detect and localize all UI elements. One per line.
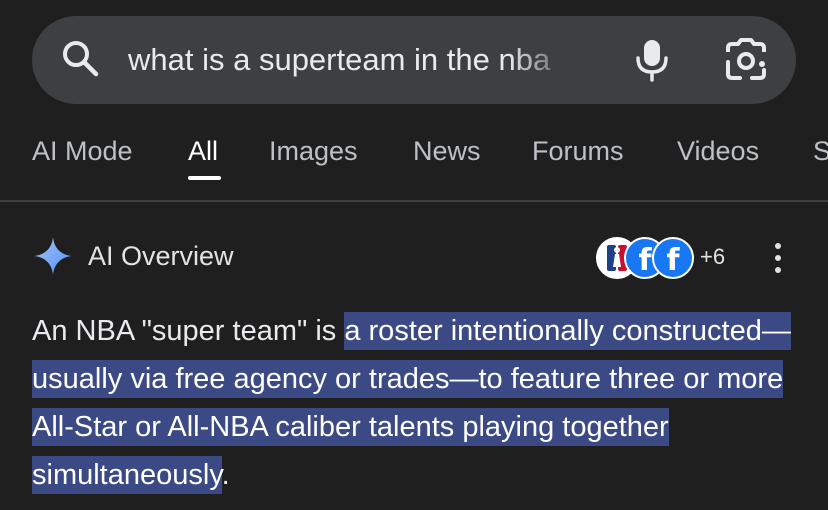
more-sources-count[interactable]: +6: [700, 243, 725, 271]
tab-forums[interactable]: Forums: [532, 134, 624, 168]
search-results-page: what is a superteam in the nba AI Mode A…: [0, 0, 828, 510]
ai-overview-title: AI Overview: [88, 241, 234, 271]
tab-shopping[interactable]: S: [813, 134, 828, 168]
gemini-sparkle-icon: [34, 237, 72, 275]
tab-all[interactable]: All: [188, 134, 218, 168]
tab-videos[interactable]: Videos: [677, 134, 759, 168]
tab-images[interactable]: Images: [269, 134, 358, 168]
tab-ai-mode[interactable]: AI Mode: [32, 134, 133, 168]
microphone-icon[interactable]: [632, 38, 672, 82]
search-icon[interactable]: [60, 38, 100, 78]
google-lens-icon[interactable]: [724, 38, 768, 82]
source-favicons[interactable]: f f: [596, 237, 696, 279]
ai-overview-answer: An NBA "super team" is a roster intentio…: [32, 307, 802, 499]
answer-lead-text: An NBA "super team" is: [32, 315, 345, 347]
search-input[interactable]: what is a superteam in the nba: [128, 40, 576, 80]
answer-trailing-text: .: [221, 459, 230, 491]
active-tab-indicator: [188, 176, 221, 180]
more-options-icon[interactable]: [768, 240, 788, 276]
tab-news[interactable]: News: [413, 134, 481, 168]
facebook-logo-icon[interactable]: f: [652, 237, 694, 279]
search-tabs: AI Mode All Images News Forums Videos S: [0, 124, 828, 202]
